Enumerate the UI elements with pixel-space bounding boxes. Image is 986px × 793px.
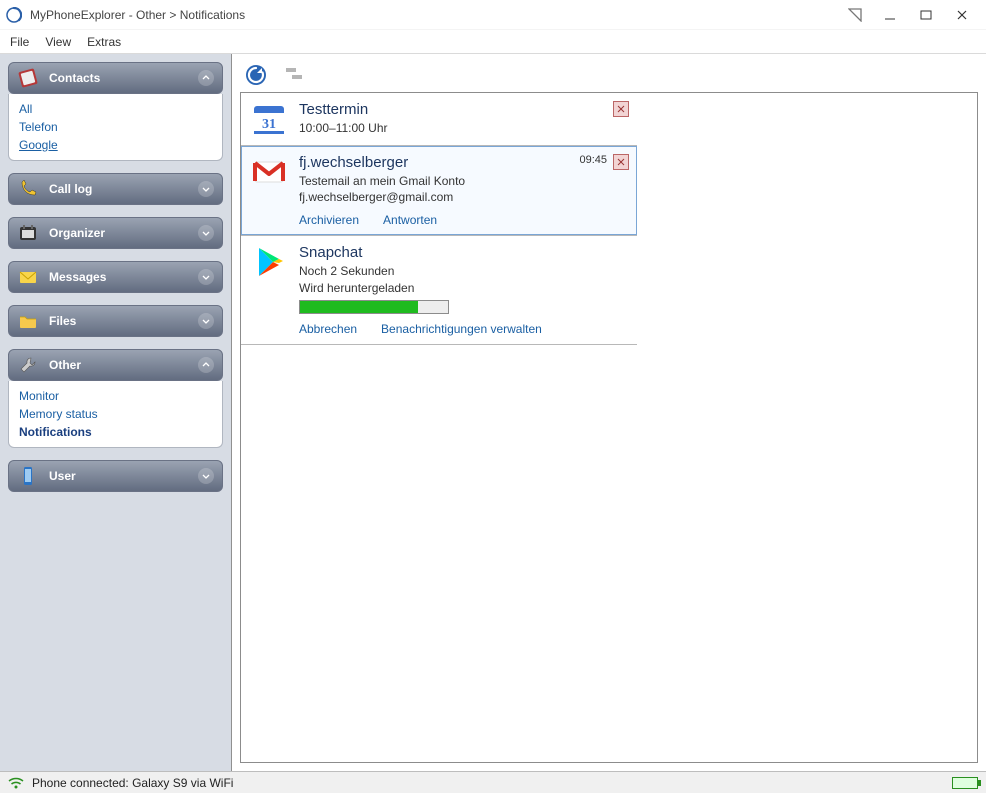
notification-line: Noch 2 Sekunden bbox=[299, 263, 627, 279]
titlebar: MyPhoneExplorer - Other > Notifications bbox=[0, 0, 986, 30]
gmail-icon bbox=[251, 154, 287, 190]
restore-down-icon[interactable] bbox=[848, 8, 862, 22]
sidebar-body-contacts: All Telefon Google bbox=[8, 94, 223, 161]
sidebar-header-calllog[interactable]: Call log bbox=[8, 173, 223, 205]
download-progress bbox=[299, 300, 449, 314]
clear-button[interactable] bbox=[280, 61, 308, 89]
sidebar-header-messages[interactable]: Messages bbox=[8, 261, 223, 293]
sidebar-body-other: Monitor Memory status Notifications bbox=[8, 381, 223, 448]
sidebar-item-notifications[interactable]: Notifications bbox=[19, 423, 212, 441]
statusbar: Phone connected: Galaxy S9 via WiFi bbox=[0, 771, 986, 793]
phone-icon bbox=[17, 178, 39, 200]
battery-icon bbox=[952, 777, 978, 789]
sidebar-item-google[interactable]: Google bbox=[19, 136, 212, 154]
action-archive[interactable]: Archivieren bbox=[299, 213, 359, 227]
minimize-button[interactable] bbox=[872, 1, 908, 29]
notification-card[interactable]: Snapchat Noch 2 Sekunden Wird herunterge… bbox=[241, 236, 637, 344]
contacts-icon bbox=[17, 67, 39, 89]
organizer-icon bbox=[17, 222, 39, 244]
chevron-down-icon bbox=[198, 181, 214, 197]
dismiss-button[interactable] bbox=[613, 154, 629, 170]
sidebar-item-telefon[interactable]: Telefon bbox=[19, 118, 212, 136]
menu-file[interactable]: File bbox=[10, 35, 29, 49]
notification-line: fj.wechselberger@gmail.com bbox=[299, 189, 627, 205]
close-button[interactable] bbox=[944, 1, 980, 29]
window-title: MyPhoneExplorer - Other > Notifications bbox=[30, 8, 245, 22]
chevron-up-icon bbox=[198, 357, 214, 373]
sidebar-item-memory-status[interactable]: Memory status bbox=[19, 405, 212, 423]
sidebar-label: Other bbox=[49, 358, 188, 372]
notification-line: Wird heruntergeladen bbox=[299, 280, 627, 296]
notification-title: Testtermin bbox=[299, 101, 627, 118]
menu-view[interactable]: View bbox=[45, 35, 71, 49]
dismiss-button[interactable] bbox=[613, 101, 629, 117]
wifi-icon bbox=[8, 776, 24, 790]
app-icon bbox=[6, 7, 22, 23]
toolbar bbox=[240, 58, 978, 92]
chevron-down-icon bbox=[198, 225, 214, 241]
notification-time: 09:45 bbox=[579, 154, 607, 166]
menubar: File View Extras bbox=[0, 30, 986, 54]
envelope-icon bbox=[17, 266, 39, 288]
status-text: Phone connected: Galaxy S9 via WiFi bbox=[32, 776, 233, 790]
refresh-button[interactable] bbox=[242, 61, 270, 89]
notification-list: 31 Testtermin 10:00–11:00 Uhr bbox=[240, 92, 978, 763]
sidebar-item-monitor[interactable]: Monitor bbox=[19, 387, 212, 405]
notification-title: Snapchat bbox=[299, 244, 627, 261]
chevron-down-icon bbox=[198, 468, 214, 484]
notification-title: fj.wechselberger bbox=[299, 154, 627, 171]
sidebar-header-contacts[interactable]: Contacts bbox=[8, 62, 223, 94]
notification-card[interactable]: fj.wechselberger Testemail an mein Gmail… bbox=[241, 146, 637, 236]
sidebar-label: Call log bbox=[49, 182, 188, 196]
chevron-up-icon bbox=[198, 70, 214, 86]
svg-text:31: 31 bbox=[262, 117, 276, 132]
sidebar-label: Organizer bbox=[49, 226, 188, 240]
content-area: 31 Testtermin 10:00–11:00 Uhr bbox=[232, 54, 986, 771]
maximize-button[interactable] bbox=[908, 1, 944, 29]
play-store-icon bbox=[251, 244, 287, 280]
action-cancel[interactable]: Abbrechen bbox=[299, 322, 357, 336]
sidebar-header-files[interactable]: Files bbox=[8, 305, 223, 337]
phone-device-icon bbox=[17, 465, 39, 487]
chevron-down-icon bbox=[198, 313, 214, 329]
action-reply[interactable]: Antworten bbox=[383, 213, 437, 227]
calendar-icon: 31 bbox=[251, 101, 287, 137]
action-manage-notifications[interactable]: Benachrichtigungen verwalten bbox=[381, 322, 542, 336]
sidebar-header-user[interactable]: User bbox=[8, 460, 223, 492]
notification-card[interactable]: 31 Testtermin 10:00–11:00 Uhr bbox=[241, 93, 637, 146]
chevron-down-icon bbox=[198, 269, 214, 285]
sidebar-header-organizer[interactable]: Organizer bbox=[8, 217, 223, 249]
sidebar-label: Messages bbox=[49, 270, 188, 284]
menu-extras[interactable]: Extras bbox=[87, 35, 121, 49]
sidebar-item-all[interactable]: All bbox=[19, 100, 212, 118]
sidebar: Contacts All Telefon Google Call log Org… bbox=[0, 54, 232, 771]
notification-line: Testemail an mein Gmail Konto bbox=[299, 173, 627, 189]
sidebar-header-other[interactable]: Other bbox=[8, 349, 223, 381]
sidebar-label: Files bbox=[49, 314, 188, 328]
wrench-icon bbox=[17, 354, 39, 376]
sidebar-label: Contacts bbox=[49, 71, 188, 85]
sidebar-label: User bbox=[49, 469, 188, 483]
notification-line: 10:00–11:00 Uhr bbox=[299, 120, 627, 136]
folder-icon bbox=[17, 310, 39, 332]
